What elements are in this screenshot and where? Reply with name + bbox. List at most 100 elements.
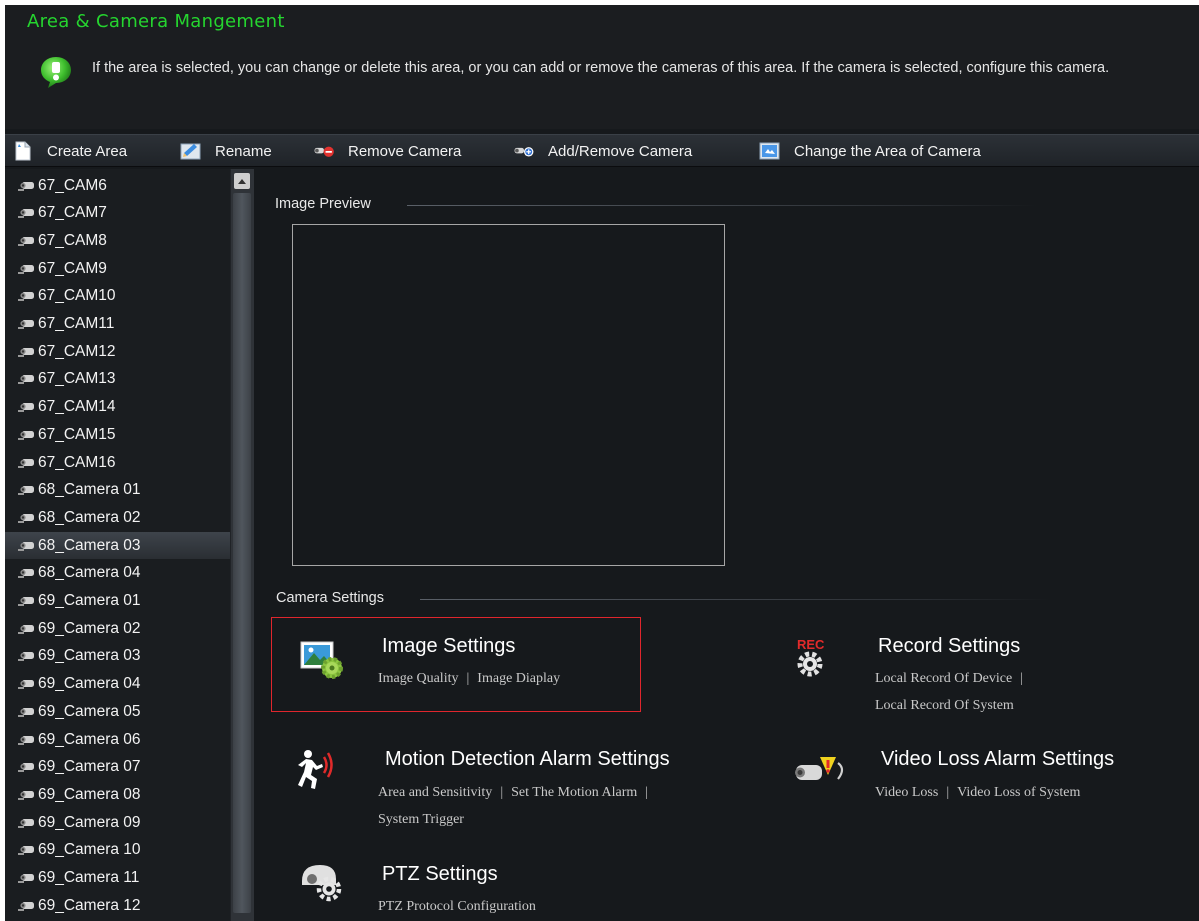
camera-icon <box>18 790 34 800</box>
tree-item[interactable]: 67_CAM15 <box>5 421 230 448</box>
scrollbar-thumb[interactable] <box>233 193 251 913</box>
camera-icon <box>18 486 34 496</box>
header: Area & Camera Mangement If the area is s… <box>5 5 1199 129</box>
change-area-button[interactable]: Change the Area of Camera <box>759 135 981 167</box>
tree-item-label: 67_CAM11 <box>38 315 115 332</box>
info-text: If the area is selected, you can change … <box>92 60 1110 76</box>
tree-item[interactable]: 67_CAM11 <box>5 311 230 338</box>
video-loss-settings-title[interactable]: Video Loss Alarm Settings <box>881 748 1114 771</box>
tree-item-label: 69_Camera 01 <box>38 592 141 609</box>
create-area-button[interactable]: Create Area <box>12 135 127 167</box>
main-panel: Image Preview Camera Settings Image Sett… <box>254 169 1199 921</box>
video-loss-system-link[interactable]: Video Loss of System <box>957 785 1080 800</box>
image-preview-label: Image Preview <box>275 196 371 212</box>
image-settings-icon <box>300 641 343 679</box>
camera-settings-label: Camera Settings <box>276 590 384 606</box>
camera-icon <box>18 320 34 329</box>
tree-item[interactable]: 69_Camera 12 <box>5 892 230 919</box>
tree-item-label: 67_CAM6 <box>38 176 107 194</box>
tree-item[interactable]: 69_Camera 03 <box>5 643 230 670</box>
tree-item[interactable]: 67_CAM6 <box>5 172 230 199</box>
link-separator: | <box>466 671 470 686</box>
tree-item-label: 67_CAM12 <box>38 342 116 360</box>
camera-icon <box>18 818 34 828</box>
tree-item[interactable]: 69_Camera 09 <box>5 809 230 836</box>
image-display-link[interactable]: Image Diaplay <box>477 671 560 686</box>
camera-icon <box>18 181 34 191</box>
tree-scrollbar[interactable] <box>230 169 254 921</box>
tree-item-label: 68_Camera 01 <box>38 481 141 499</box>
ptz-protocol-link[interactable]: PTZ Protocol Configuration <box>378 899 536 914</box>
camera-icon <box>18 403 34 413</box>
local-record-system-link[interactable]: Local Record Of System <box>875 698 1014 713</box>
tree-item-label: 69_Camera 05 <box>38 702 141 720</box>
tree-item-label: 68_Camera 02 <box>38 508 141 526</box>
camera-icon <box>18 874 34 883</box>
set-motion-alarm-link[interactable]: Set The Motion Alarm <box>511 785 637 800</box>
tree-item[interactable]: 69_Camera 10 <box>5 837 230 864</box>
system-trigger-link[interactable]: System Trigger <box>378 812 464 827</box>
remove-camera-icon <box>313 141 335 161</box>
tree-item[interactable]: 68_Camera 04 <box>5 560 230 587</box>
motion-settings-title[interactable]: Motion Detection Alarm Settings <box>385 748 670 771</box>
tree-item-label: 69_Camera 07 <box>38 758 141 776</box>
camera-tree[interactable]: 67_CAM6 67_CAM7 67_CAM8 67_CAM9 67_CAM10 67_C… <box>5 169 238 921</box>
camera-icon <box>18 458 34 468</box>
tree-item-label: 67_CAM8 <box>38 231 107 249</box>
tree-item[interactable]: 67_CAM16 <box>5 449 230 476</box>
tree-item[interactable]: 69_Camera 08 <box>5 781 230 808</box>
tree-item-label: 69_Camera 11 <box>38 869 140 886</box>
ptz-settings-links: PTZ Protocol Configuration <box>378 893 536 920</box>
tree-item[interactable]: 67_CAM9 <box>5 255 230 282</box>
add-camera-icon <box>513 141 535 161</box>
camera-icon <box>18 430 34 440</box>
tree-item[interactable]: 69_Camera 07 <box>5 754 230 781</box>
tree-item[interactable]: 69_Camera 01 <box>5 588 230 615</box>
tree-item[interactable]: 67_CAM7 <box>5 200 230 227</box>
ptz-settings-title[interactable]: PTZ Settings <box>382 863 498 886</box>
tree-item[interactable]: 69_Camera 11 <box>5 865 230 892</box>
add-remove-camera-button[interactable]: Add/Remove Camera <box>513 135 692 167</box>
camera-settings-divider <box>420 599 1050 600</box>
tree-item[interactable]: 68_Camera 02 <box>5 504 230 531</box>
tree-item[interactable]: 69_Camera 04 <box>5 671 230 698</box>
app-window: Area & Camera Mangement If the area is s… <box>5 5 1199 921</box>
remove-camera-button[interactable]: Remove Camera <box>313 135 461 167</box>
image-settings-title[interactable]: Image Settings <box>382 635 515 658</box>
ptz-settings-icon <box>302 865 342 902</box>
record-settings-title[interactable]: Record Settings <box>878 635 1020 658</box>
tree-item-label: 69_Camera 03 <box>38 647 141 665</box>
tree-item[interactable]: 69_Camera 06 <box>5 726 230 753</box>
motion-detection-icon <box>298 750 333 789</box>
local-record-device-link[interactable]: Local Record Of Device <box>875 671 1012 686</box>
record-settings-icon: REC <box>797 637 825 677</box>
scroll-up-button[interactable] <box>234 173 250 189</box>
tree-item[interactable]: 68_Camera 01 <box>5 477 230 504</box>
tree-item[interactable]: 67_CAM12 <box>5 338 230 365</box>
tree-item-label: 67_CAM10 <box>38 287 116 305</box>
tree-item-label: 69_Camera 12 <box>38 896 141 914</box>
tree-item[interactable]: 69_Camera 05 <box>5 698 230 725</box>
tree-item-label: 68_Camera 04 <box>38 564 141 582</box>
video-loss-icon <box>795 757 844 780</box>
camera-icon <box>18 901 34 911</box>
chevron-up-icon <box>238 178 246 184</box>
video-loss-link[interactable]: Video Loss <box>875 785 938 800</box>
area-sensitivity-link[interactable]: Area and Sensitivity <box>378 785 492 800</box>
tree-item[interactable]: 67_CAM13 <box>5 366 230 393</box>
tree-item[interactable]: 68_Camera 03 <box>5 532 230 560</box>
change-area-icon <box>759 141 781 161</box>
image-quality-link[interactable]: Image Quality <box>378 671 458 686</box>
tree-item[interactable]: 67_CAM14 <box>5 394 230 421</box>
video-loss-links: Video Loss | Video Loss of System <box>875 779 1080 806</box>
tree-item[interactable]: 67_CAM10 <box>5 283 230 310</box>
camera-icon <box>18 735 34 745</box>
camera-icon <box>18 292 34 302</box>
camera-icon <box>18 513 34 523</box>
rename-label: Rename <box>215 142 272 160</box>
tree-item-label: 67_CAM15 <box>38 425 116 443</box>
camera-icon <box>18 264 34 274</box>
tree-item[interactable]: 67_CAM8 <box>5 227 230 254</box>
tree-item[interactable]: 69_Camera 02 <box>5 615 230 642</box>
rename-button[interactable]: Rename <box>180 135 272 167</box>
